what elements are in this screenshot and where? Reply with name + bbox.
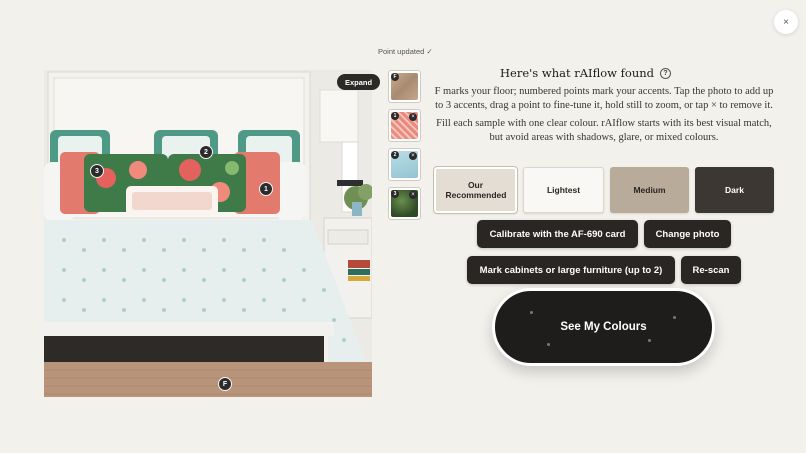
see-my-colours-button[interactable]: See My Colours: [492, 288, 715, 366]
calibrate-button[interactable]: Calibrate with the AF-690 card: [477, 220, 638, 248]
floor-sample-thumb[interactable]: F: [388, 70, 421, 103]
sparkle-dot: [648, 339, 651, 342]
see-my-colours-label: See My Colours: [560, 321, 647, 333]
instruction-accents: F marks your floor; numbered points mark…: [434, 86, 774, 111]
remove-sample-icon[interactable]: ×: [409, 152, 417, 160]
rescan-button[interactable]: Re-scan: [681, 256, 741, 284]
bedroom-image: [44, 70, 372, 397]
results-title: Here's what rAIflow found: [500, 66, 655, 80]
level-lightest-button[interactable]: Lightest: [523, 167, 604, 213]
remove-sample-icon[interactable]: ×: [409, 113, 417, 121]
sparkle-dot: [673, 316, 676, 319]
sample-tag: 2: [391, 151, 399, 159]
shade-level-options: Our Recommended Lightest Medium Dark: [433, 166, 774, 214]
accent-marker-2[interactable]: 2: [199, 145, 213, 159]
accent-1-sample-thumb[interactable]: 1 ×: [388, 109, 421, 142]
instruction-samples: Fill each sample with one clear colour. …: [436, 118, 772, 143]
accent-marker-3[interactable]: 3: [90, 164, 104, 178]
help-icon[interactable]: ?: [660, 67, 672, 79]
mark-furniture-button[interactable]: Mark cabinets or large furniture (up to …: [467, 256, 675, 284]
sample-tag: 1: [391, 112, 399, 120]
remove-sample-icon[interactable]: ×: [409, 191, 417, 199]
level-recommended-button[interactable]: Our Recommended: [433, 166, 518, 214]
results-heading: Here's what rAIflow found ?: [500, 66, 708, 80]
level-dark-button[interactable]: Dark: [695, 167, 774, 213]
sample-tag: 3: [391, 190, 399, 198]
point-updated-status: Point updated ✓: [378, 47, 433, 56]
sample-tag: F: [391, 73, 399, 81]
sample-thumbnails: F 1 × 2 × 3 ×: [388, 70, 421, 226]
accent-3-sample-thumb[interactable]: 3 ×: [388, 187, 421, 220]
floor-marker[interactable]: F: [218, 377, 232, 391]
change-photo-button[interactable]: Change photo: [644, 220, 731, 248]
close-button[interactable]: ×: [774, 10, 798, 34]
room-photo[interactable]: [44, 70, 372, 397]
sparkle-dot: [530, 311, 533, 314]
level-medium-button[interactable]: Medium: [610, 167, 689, 213]
expand-button[interactable]: Expand: [337, 74, 381, 90]
accent-2-sample-thumb[interactable]: 2 ×: [388, 148, 421, 181]
sparkle-dot: [547, 343, 550, 346]
accent-marker-1[interactable]: 1: [259, 182, 273, 196]
instructions: F marks your floor; numbered points mark…: [434, 85, 774, 149]
